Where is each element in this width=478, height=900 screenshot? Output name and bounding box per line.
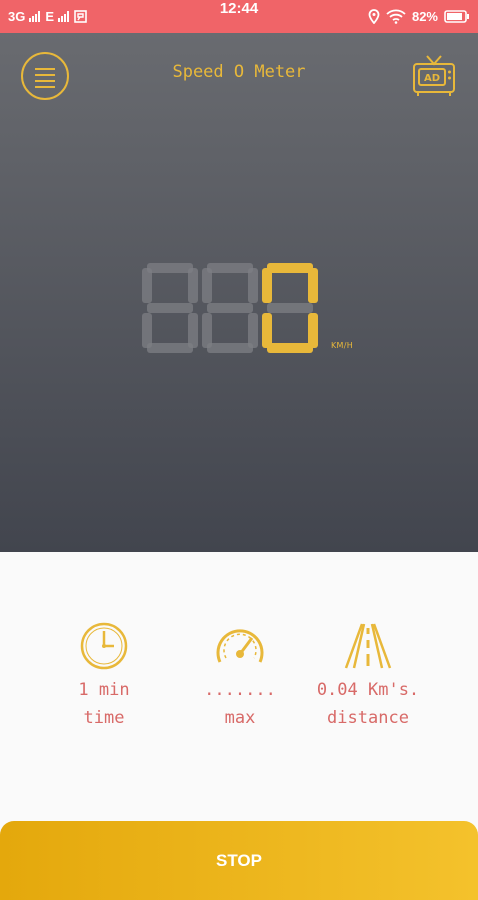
stat-max: ....... max (170, 618, 310, 728)
digit-2-segment-f (202, 268, 212, 303)
location-icon (368, 9, 380, 24)
digit-1-segment-f (142, 268, 152, 303)
digit-2-segment-g (207, 303, 253, 313)
speedometer-icon (216, 629, 264, 663)
digit-3-segment-a (267, 263, 313, 273)
digit-3-segment-f (262, 268, 272, 303)
stat-distance: 0.04 Km's. distance (298, 618, 438, 728)
digit-3-segment-g (267, 303, 313, 313)
status-right: 82% (368, 0, 470, 33)
battery-percent: 82% (411, 9, 438, 24)
ad-label: AD (424, 73, 440, 84)
road-icon (344, 623, 392, 669)
menu-icon-line-4 (35, 86, 55, 88)
stats-row: 1 min time ....... max 0.04 Km's. distan… (0, 618, 478, 768)
digit-1-segment-b (188, 268, 198, 303)
digit-3-segment-b (308, 268, 318, 303)
speed-unit: KM/H (331, 341, 354, 350)
digit-1-segment-g (147, 303, 193, 313)
stat-time: 1 min time (34, 618, 174, 728)
digit-2-segment-e (202, 313, 212, 348)
digit-1-segment-c (188, 313, 198, 348)
stat-time-value: 1 min (78, 680, 130, 700)
digit-2-segment-d (207, 343, 253, 353)
stat-max-label: max (224, 708, 256, 728)
digit-2-segment-a (207, 263, 253, 273)
wifi-icon (386, 9, 406, 24)
digit-1-segment-d (147, 343, 193, 353)
battery-icon (444, 10, 469, 23)
status-bar: 3G E 12:44 82% (0, 0, 478, 33)
stat-distance-value: 0.04 Km's. (316, 680, 420, 700)
stat-distance-label: distance (327, 708, 409, 728)
digit-1-segment-a (147, 263, 193, 273)
digit-3-segment-d (267, 343, 313, 353)
tv-ad-button[interactable]: AD (410, 52, 458, 100)
digit-3-segment-e (262, 313, 272, 348)
stop-button[interactable]: STOP (0, 821, 478, 900)
digit-1-segment-e (142, 313, 152, 348)
clock-icon (80, 622, 128, 670)
stat-max-value: ....... (204, 680, 276, 700)
digit-2-segment-b (248, 268, 258, 303)
digit-2-segment-c (248, 313, 258, 348)
app-title: Speed O Meter (172, 62, 306, 82)
digit-3-segment-c (308, 313, 318, 348)
stat-time-label: time (83, 708, 125, 728)
